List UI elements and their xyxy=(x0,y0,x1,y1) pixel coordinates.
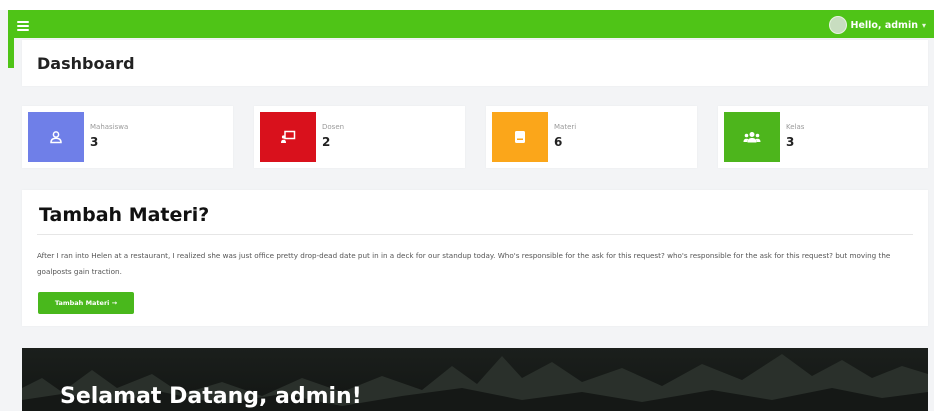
chevron-down-icon[interactable]: ▾ xyxy=(922,21,926,30)
welcome-title: Selamat Datang, admin! xyxy=(60,384,362,409)
stat-icon-box-dosen xyxy=(260,112,316,162)
top-navbar: Hello, admin ▾ xyxy=(8,10,934,38)
stat-value: 3 xyxy=(90,135,99,149)
stat-value: 2 xyxy=(322,135,331,149)
stat-label: Materi xyxy=(554,123,577,131)
chalkboard-teacher-icon xyxy=(281,130,296,143)
users-icon xyxy=(743,132,761,143)
card-title: Tambah Materi? xyxy=(39,204,210,226)
stat-icon-box-mahasiswa xyxy=(28,112,84,162)
page-header: Dashboard xyxy=(22,40,928,86)
stat-card-dosen[interactable]: Dosen 2 xyxy=(254,106,465,168)
stat-label: Dosen xyxy=(322,123,345,131)
page-title: Dashboard xyxy=(37,54,135,73)
avatar[interactable] xyxy=(828,16,847,34)
user-greeting[interactable]: Hello, admin xyxy=(851,20,918,31)
hamburger-menu-icon[interactable] xyxy=(17,21,29,31)
add-material-card: Tambah Materi? After I ran into Helen at… xyxy=(22,190,928,326)
stat-card-materi[interactable]: Materi 6 xyxy=(486,106,697,168)
app-root: Hello, admin ▾ Dashboard Mahasiswa 3 Dos… xyxy=(0,0,934,411)
stat-icon-box-kelas xyxy=(724,112,780,162)
book-icon xyxy=(515,131,525,143)
navbar-accent xyxy=(8,38,14,68)
user-icon xyxy=(50,131,62,144)
welcome-banner: Selamat Datang, admin! xyxy=(22,348,928,411)
stat-card-kelas[interactable]: Kelas 3 xyxy=(718,106,928,168)
stat-value: 6 xyxy=(554,135,563,149)
add-material-button[interactable]: Tambah Materi → xyxy=(38,292,134,314)
stat-card-mahasiswa[interactable]: Mahasiswa 3 xyxy=(22,106,233,168)
stat-value: 3 xyxy=(786,135,795,149)
stat-icon-box-materi xyxy=(492,112,548,162)
divider xyxy=(37,234,913,235)
stat-label: Kelas xyxy=(786,123,805,131)
card-description: After I ran into Helen at a restaurant, … xyxy=(37,251,891,276)
user-menu[interactable]: Hello, admin ▾ xyxy=(828,16,926,34)
stat-label: Mahasiswa xyxy=(90,123,129,131)
